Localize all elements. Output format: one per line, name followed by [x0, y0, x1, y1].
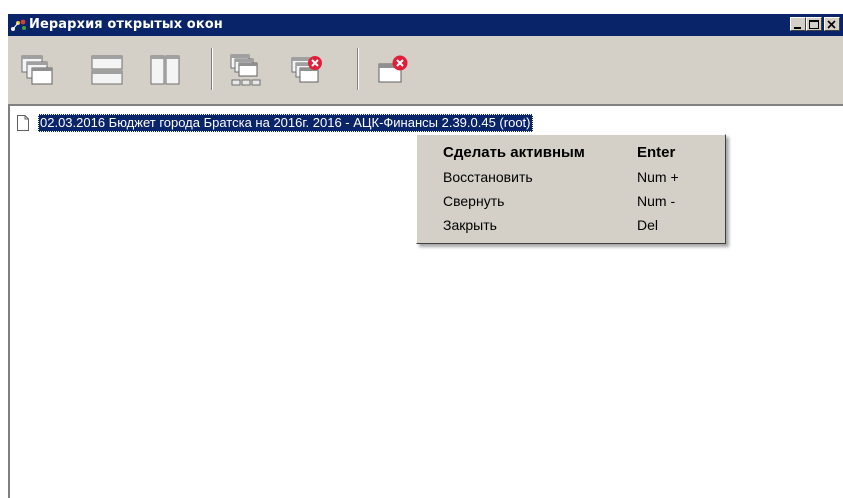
close-icon	[827, 20, 836, 29]
close-all-windows-icon	[291, 56, 322, 83]
window-title: Иерархия открытых окон	[29, 17, 223, 32]
menu-item-restore[interactable]: Восстановить Num +	[417, 165, 725, 189]
menu-item-shortcut: Num +	[637, 169, 679, 185]
document-icon	[17, 115, 29, 131]
menu-item-minimize[interactable]: Свернуть Num -	[417, 189, 725, 213]
close-window-button[interactable]	[376, 54, 410, 86]
tile-vertical-button[interactable]	[148, 54, 182, 86]
tile-vertical-icon	[150, 55, 180, 85]
tile-horizontal-icon	[91, 55, 123, 85]
app-icon	[11, 19, 26, 31]
menu-item-shortcut: Num -	[637, 193, 676, 209]
menu-item-shortcut: Del	[637, 217, 659, 233]
menu-item-shortcut: Enter	[637, 144, 676, 161]
arrange-icons-icon	[230, 54, 261, 86]
toolbar	[8, 36, 843, 98]
close-button[interactable]	[824, 17, 840, 31]
context-menu: Сделать активным Enter Восстановить Num …	[416, 134, 726, 244]
toolbar-separator	[211, 48, 213, 90]
menu-item-label: Восстановить	[443, 169, 533, 185]
minimize-button[interactable]	[790, 17, 806, 31]
arrange-icons-button[interactable]	[228, 54, 262, 86]
maximize-icon	[809, 20, 819, 29]
cascade-windows-icon	[21, 55, 53, 85]
close-window-icon	[378, 55, 408, 83]
minimize-icon	[794, 27, 801, 29]
cascade-windows-button[interactable]	[20, 54, 54, 86]
title-bar[interactable]: Иерархия открытых окон	[8, 14, 843, 36]
close-all-windows-button[interactable]	[290, 54, 324, 86]
menu-item-close[interactable]: Закрыть Del	[417, 213, 725, 237]
menu-item-label: Свернуть	[443, 193, 505, 209]
menu-item-label: Сделать активным	[443, 144, 585, 161]
tile-horizontal-button[interactable]	[90, 54, 124, 86]
menu-item-make-active[interactable]: Сделать активным Enter	[417, 141, 725, 165]
menu-item-label: Закрыть	[443, 217, 497, 233]
maximize-button[interactable]	[806, 17, 822, 31]
open-windows-hierarchy-window: Иерархия открытых окон 02.03.2016 Бюджет…	[8, 14, 843, 498]
toolbar-separator	[357, 48, 359, 90]
tree-item-label[interactable]: 02.03.2016 Бюджет города Братска на 2016…	[38, 114, 533, 132]
